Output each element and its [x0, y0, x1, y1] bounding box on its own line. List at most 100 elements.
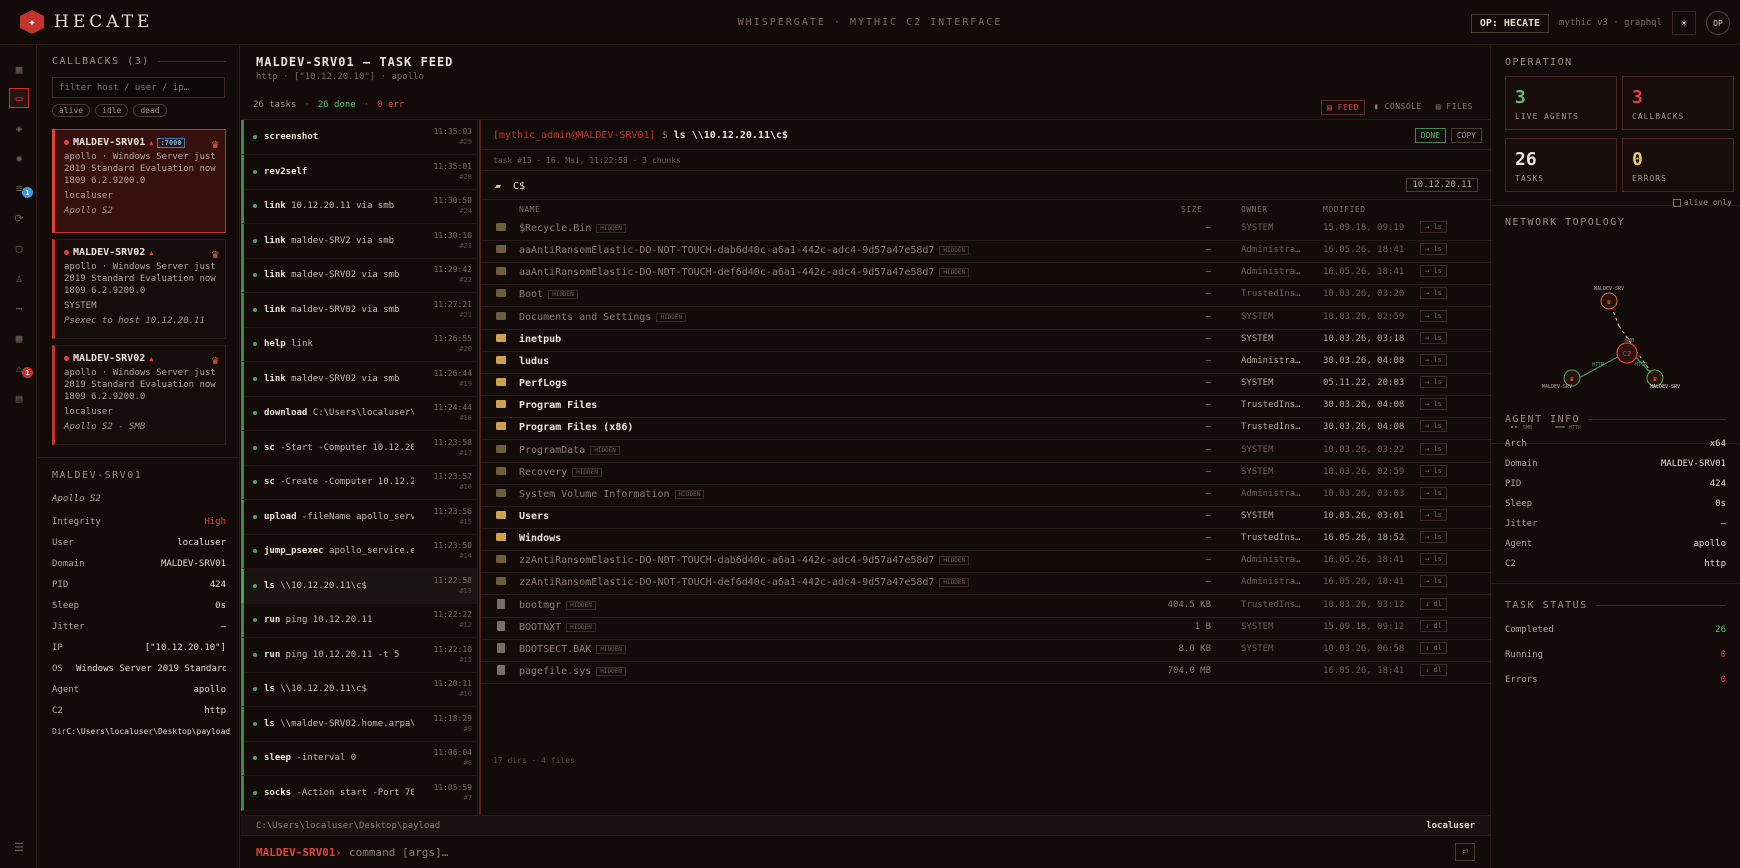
directory-row[interactable]: Program Files — TrustedIns… 30.03.26, 04:08…	[481, 394, 1492, 419]
list-dir-button[interactable]: → ls	[1420, 309, 1447, 322]
operators-icon[interactable]: ♙	[9, 268, 29, 288]
directory-row[interactable]: ProgramData HIDDEN — SYSTEM 10.03.26, 03:22 →…	[481, 439, 1492, 463]
c2-profiles-icon[interactable]: ⟳	[9, 208, 29, 228]
reports-icon[interactable]: ▤	[9, 388, 29, 408]
callbacks-icon[interactable]: ▭	[9, 88, 29, 108]
list-dir-button[interactable]: → ls	[1420, 398, 1447, 411]
files-icon[interactable]: ▢	[9, 238, 29, 258]
task-item[interactable]: ls \\10.12.20.11\c$ 11:20:11 #10	[241, 672, 477, 707]
task-item[interactable]: sc -Create -Computer 10.12.20. 11:23:57 #1…	[241, 465, 477, 500]
copy-button[interactable]: COPY	[1450, 128, 1482, 143]
directory-row[interactable]: System Volume Information HIDDEN — Administ…	[481, 483, 1492, 507]
download-button[interactable]: ↓ dl	[1420, 619, 1447, 632]
callback-card[interactable]: MALDEV-SRV02 ▲ ♛ apollo · Windows Server …	[52, 239, 226, 339]
logo[interactable]: ✦ HECATE	[0, 10, 300, 34]
task-item[interactable]: link maldev-SRV02 via smb 11:26:44 #19	[241, 361, 477, 397]
download-button[interactable]: ↓ dl	[1420, 664, 1447, 676]
list-dir-button[interactable]: → ls	[1420, 553, 1447, 566]
payloads-icon[interactable]: ◈	[9, 118, 29, 138]
tab-feed[interactable]: ▤ FEED	[1321, 100, 1365, 115]
task-item[interactable]: jump_psexec apollo_service.ex 11:23:50 #14	[241, 534, 477, 569]
task-command: screenshot	[264, 132, 414, 142]
callback-filter-input[interactable]	[52, 77, 225, 98]
directory-row[interactable]: ludus — Administra… 30.03.26, 04:08 → ls	[481, 350, 1492, 374]
send-icon[interactable]: ⏎	[1455, 843, 1475, 861]
checkbox[interactable]	[1672, 198, 1681, 207]
list-dir-button[interactable]: → ls	[1420, 265, 1447, 278]
col-modified[interactable]: MODIFIED	[1323, 205, 1366, 214]
command-line[interactable]: MALDEV-SRV01 › command [args]… ⏎	[241, 835, 1490, 868]
task-item[interactable]: ls \\10.12.20.11\c$ 11:22:58 #13	[241, 568, 477, 604]
list-dir-button[interactable]: → ls	[1420, 376, 1447, 389]
list-dir-button[interactable]: → ls	[1420, 420, 1447, 433]
artifacts-icon[interactable]: ▦	[9, 328, 29, 348]
task-item[interactable]: upload -fileName apollo_servi 11:23:56 #15	[241, 499, 477, 535]
list-dir-button[interactable]: → ls	[1420, 486, 1447, 499]
task-item[interactable]: download C:\Users\localuser\D 11:24:44 #18	[241, 396, 477, 431]
chip-dead[interactable]: dead	[133, 104, 167, 117]
task-item[interactable]: link maldev-SRV02 via smb 11:27:21 #21	[241, 292, 477, 328]
dashboard-icon[interactable]: ▦	[9, 59, 29, 79]
theme-toggle-icon[interactable]: ☀	[1672, 11, 1696, 35]
task-item[interactable]: help link 11:26:55 #20	[241, 327, 477, 362]
file-row[interactable]: pagefile.sys HIDDEN 704.0 MB 16.05.26, 18:4…	[481, 660, 1492, 684]
task-item[interactable]: link maldev-SRV02 via smb 11:29:42 #22	[241, 258, 477, 293]
chip-alive[interactable]: alive	[52, 104, 91, 117]
file-row[interactable]: BOOTNXT HIDDEN 1 B SYSTEM 15.09.18, 09:12 ↓ d…	[481, 616, 1492, 640]
task-item[interactable]: sleep -interval 0 11:06:04 #8	[241, 741, 477, 776]
file-row[interactable]: BOOTSECT.BAK HIDDEN 8.0 KB SYSTEM 10.03.26, …	[481, 638, 1492, 662]
directory-row[interactable]: zzAntiRansomElastic-DO-NOT-TOUCH-dab6d40…	[481, 549, 1492, 574]
directory-row[interactable]: Boot HIDDEN — TrustedIns… 10.03.26, 03:20 → l…	[481, 283, 1492, 308]
list-dir-button[interactable]: → ls	[1420, 508, 1447, 521]
chip-idle[interactable]: idle	[95, 104, 129, 117]
list-dir-button[interactable]: → ls	[1420, 575, 1447, 588]
directory-row[interactable]: Program Files (x86) — TrustedIns… 30.03.26,…	[481, 416, 1492, 441]
list-dir-button[interactable]: → ls	[1420, 353, 1447, 366]
directory-row[interactable]: Recovery HIDDEN — SYSTEM 10.03.26, 02:59 → ls	[481, 461, 1492, 485]
col-name[interactable]: NAME	[519, 205, 540, 214]
sliders-icon[interactable]: ☰	[9, 837, 29, 857]
directory-row[interactable]: zzAntiRansomElastic-DO-NOT-TOUCH-def6d40…	[481, 571, 1492, 596]
directory-row[interactable]: aaAntiRansomElastic-DO-NOT-TOUCH-dab6d40…	[481, 239, 1492, 264]
task-item[interactable]: screenshot 11:35:03 #29	[241, 120, 477, 155]
directory-row[interactable]: Windows — TrustedIns… 16.05.26, 18:52 → ls	[481, 527, 1492, 552]
list-dir-button[interactable]: → ls	[1420, 464, 1447, 477]
list-dir-button[interactable]: → ls	[1420, 287, 1447, 300]
callback-card[interactable]: MALDEV-SRV01 ▲:7000 ♛ apollo · Windows Se…	[52, 129, 226, 233]
list-dir-button[interactable]: → ls	[1420, 531, 1447, 544]
task-item[interactable]: sc -Start -Computer 10.12.20.1 11:23:58 #1…	[241, 430, 477, 466]
task-item[interactable]: link 10.12.20.11 via smb 11:30:50 #24	[241, 189, 477, 224]
list-dir-button[interactable]: → ls	[1420, 442, 1447, 455]
task-item[interactable]: run ping 10.12.20.11 11:22:22 #12	[241, 603, 477, 638]
task-item[interactable]: run ping 10.12.20.11 -t 5 11:22:10 #11	[241, 637, 477, 673]
directory-row[interactable]: Users — SYSTEM 10.03.26, 03:01 → ls	[481, 505, 1492, 529]
more-icon[interactable]: ⋯	[9, 298, 29, 318]
directory-row[interactable]: inetpub — SYSTEM 10.03.26, 03:18 → ls	[481, 328, 1492, 352]
folder-icon	[496, 400, 506, 409]
list-dir-button[interactable]: → ls	[1420, 331, 1447, 344]
col-size[interactable]: SIZE	[1181, 205, 1202, 214]
download-button[interactable]: ↓ dl	[1420, 597, 1447, 610]
tab-console[interactable]: ▮ CONSOLE	[1369, 100, 1427, 115]
list-dir-button[interactable]: → ls	[1420, 243, 1447, 256]
download-button[interactable]: ↓ dl	[1420, 641, 1447, 654]
topology-graph[interactable]: SMB HTTP HTTP ♛ MALDEV-SRV ♛ MALDEV-SRV …	[1505, 230, 1727, 435]
settings-icon[interactable]: ✺	[9, 148, 29, 168]
list-dir-button[interactable]: → ls	[1420, 221, 1447, 233]
task-item[interactable]: socks -Action start -Port 7000 11:05:59 #7	[241, 775, 477, 811]
directory-row[interactable]: PerfLogs — SYSTEM 05.11.22, 20:03 → ls	[481, 372, 1492, 397]
tab-files[interactable]: ▤ FILES	[1431, 100, 1478, 115]
task-item[interactable]: ls \\maldev-SRV02.home.arpa\c$ 11:18:29 #9	[241, 706, 477, 742]
alive-only-toggle[interactable]: alive only	[1672, 198, 1732, 207]
avatar[interactable]: OP	[1706, 11, 1730, 35]
operation-badge[interactable]: OP: HECATE	[1470, 13, 1550, 33]
command-input[interactable]: command [args]…	[349, 846, 448, 859]
directory-row[interactable]: Documents and Settings HIDDEN — SYSTEM 10.03…	[481, 306, 1492, 330]
task-item[interactable]: link maldev-SRV2 via smb 11:30:10 #23	[241, 223, 477, 259]
file-row[interactable]: bootmgr HIDDEN 404.5 KB TrustedIns… 10.03.26…	[481, 594, 1492, 618]
col-owner[interactable]: OWNER	[1241, 205, 1268, 214]
directory-row[interactable]: aaAntiRansomElastic-DO-NOT-TOUCH-def6d40…	[481, 261, 1492, 286]
callback-card[interactable]: MALDEV-SRV02 ▲ ♛ apollo · Windows Server …	[52, 345, 226, 445]
directory-row[interactable]: $Recycle.Bin HIDDEN — SYSTEM 15.09.18, 09:19…	[481, 217, 1492, 241]
task-item[interactable]: rev2self 11:35:01 #28	[241, 154, 477, 190]
